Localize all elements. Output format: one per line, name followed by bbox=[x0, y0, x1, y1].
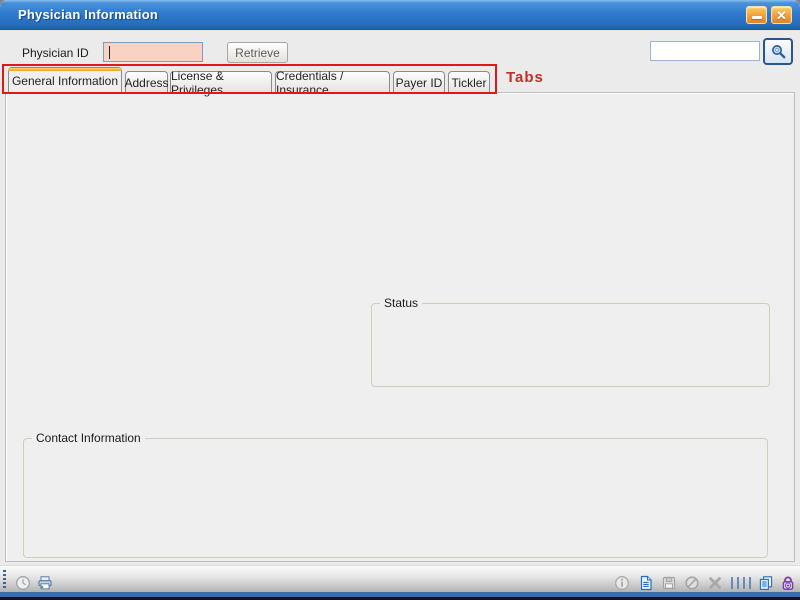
delete-button[interactable] bbox=[706, 574, 723, 591]
status-group-legend: Status bbox=[380, 296, 422, 310]
minimize-button[interactable] bbox=[746, 6, 767, 24]
statusbar-grip[interactable] bbox=[3, 570, 6, 590]
copy-button[interactable] bbox=[757, 574, 774, 591]
save-icon bbox=[661, 575, 677, 591]
magnifier-icon bbox=[770, 43, 787, 60]
print-icon bbox=[37, 575, 53, 591]
tab-address[interactable]: Address bbox=[125, 71, 168, 93]
window-title: Physician Information bbox=[18, 7, 158, 22]
separator-handle[interactable] bbox=[728, 574, 754, 591]
clock-button[interactable] bbox=[14, 574, 31, 591]
physician-information-window: Physician Information ✕ Physician ID Ret… bbox=[0, 0, 800, 600]
info-icon bbox=[614, 575, 630, 591]
retrieve-button[interactable]: Retrieve bbox=[227, 42, 288, 63]
cancel-icon bbox=[684, 575, 700, 591]
physician-id-label: Physician ID bbox=[22, 46, 89, 60]
delete-icon bbox=[707, 575, 723, 591]
new-document-icon bbox=[638, 575, 654, 591]
cancel-button[interactable] bbox=[683, 574, 700, 591]
tab-general-information[interactable]: General Information bbox=[8, 67, 122, 93]
physician-id-input[interactable] bbox=[103, 42, 203, 62]
tab-payer-id[interactable]: Payer ID bbox=[393, 71, 445, 93]
search-button[interactable] bbox=[763, 38, 793, 65]
titlebar[interactable]: Physician Information ✕ bbox=[0, 0, 800, 30]
separator-bars bbox=[728, 575, 754, 591]
minimize-icon bbox=[752, 16, 762, 19]
print-button[interactable] bbox=[36, 574, 53, 591]
info-button[interactable] bbox=[613, 574, 630, 591]
tabs-annotation-label: Tabs bbox=[506, 69, 544, 86]
contact-information-groupbox: Contact Information bbox=[23, 438, 768, 558]
text-caret bbox=[109, 46, 110, 59]
statusbar bbox=[0, 565, 800, 592]
status-groupbox: Status bbox=[371, 303, 770, 387]
close-icon: ✕ bbox=[776, 9, 787, 22]
search-input[interactable] bbox=[650, 41, 760, 61]
tab-tickler[interactable]: Tickler bbox=[448, 71, 490, 93]
contact-information-legend: Contact Information bbox=[32, 431, 145, 445]
close-button[interactable]: ✕ bbox=[771, 6, 792, 24]
tab-credentials-insurance[interactable]: Credentials / Insurance bbox=[275, 71, 390, 93]
copy-icon bbox=[758, 575, 774, 591]
clock-icon bbox=[15, 575, 31, 591]
save-button[interactable] bbox=[660, 574, 677, 591]
security-button[interactable] bbox=[779, 574, 796, 591]
new-record-button[interactable] bbox=[637, 574, 654, 591]
tab-license-privileges[interactable]: License & Privileges bbox=[170, 71, 272, 93]
security-lock-icon bbox=[780, 575, 796, 591]
